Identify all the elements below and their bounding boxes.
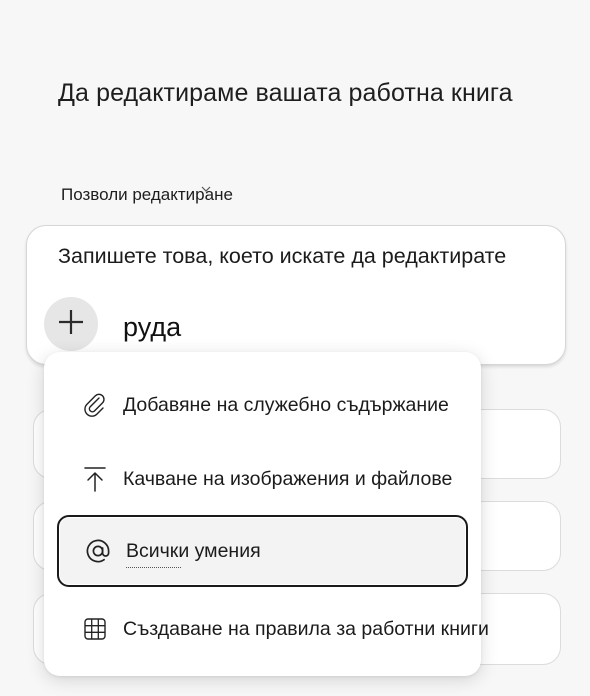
menu-item-label: Добавяне на служебно съдържание bbox=[123, 393, 449, 416]
chevron-down-icon[interactable] bbox=[200, 183, 212, 198]
page-title: Да редактираме вашата работна книга bbox=[58, 79, 513, 107]
menu-item-add-work-content[interactable]: Добавяне на служебно съдържание bbox=[56, 370, 468, 440]
menu-item-label: Качване на изображения и файлове bbox=[123, 467, 453, 490]
prompt-input-box[interactable]: Запишете това, което искате да редактира… bbox=[26, 225, 566, 365]
paperclip-icon bbox=[81, 391, 109, 419]
menu-item-all-skills[interactable]: Всички умения bbox=[57, 515, 468, 587]
grid-icon bbox=[81, 615, 109, 643]
prompt-placeholder: Запишете това, което искате да редактира… bbox=[58, 244, 507, 268]
menu-item-label: Всички умения bbox=[126, 539, 261, 568]
menu-item-label: Създаване на правила за работни книги bbox=[123, 617, 489, 640]
menu-item-create-workbook-rules[interactable]: Създаване на правила за работни книги bbox=[56, 594, 489, 664]
at-sign-icon bbox=[84, 537, 112, 565]
upload-icon bbox=[81, 465, 109, 493]
plus-icon bbox=[56, 307, 86, 342]
add-button[interactable] bbox=[44, 297, 98, 351]
menu-item-upload-files[interactable]: Качване на изображения и файлове bbox=[56, 444, 468, 514]
prompt-input-value[interactable]: руда bbox=[123, 312, 181, 343]
add-content-menu: Добавяне на служебно съдържание Качване … bbox=[44, 352, 489, 676]
